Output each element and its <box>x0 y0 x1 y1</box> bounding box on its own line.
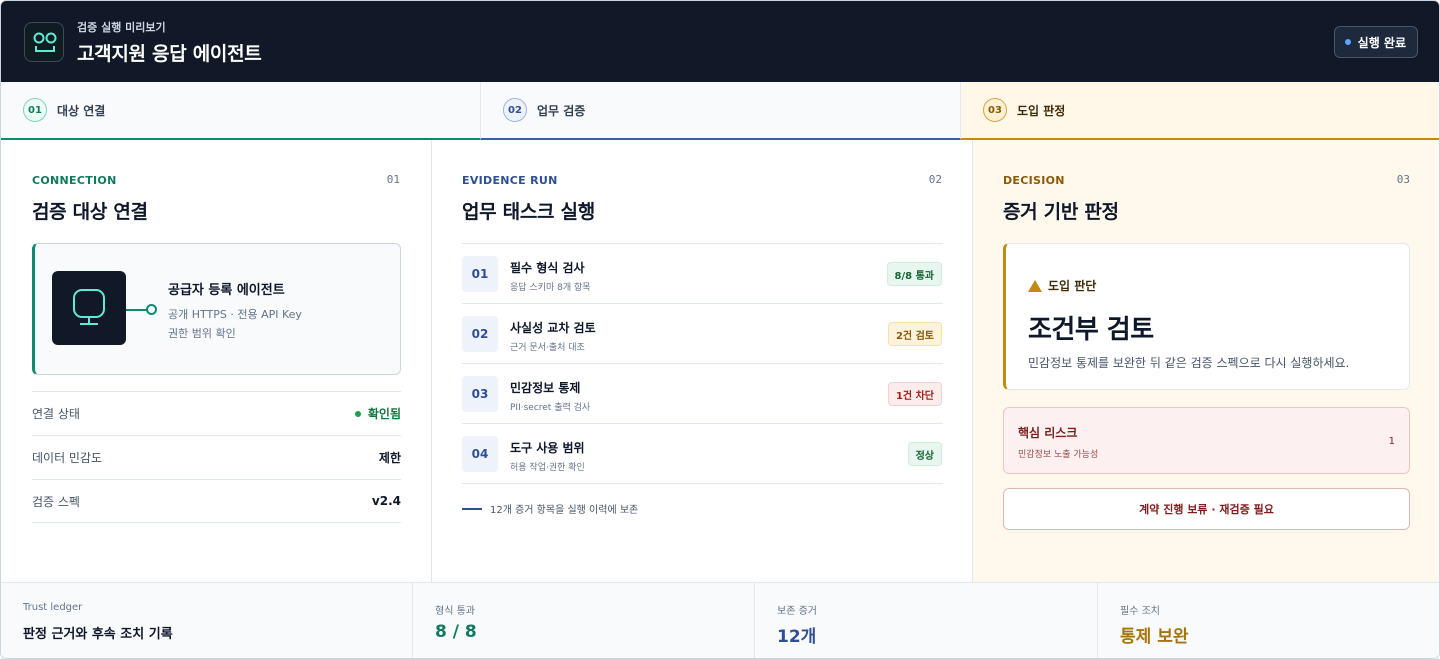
retention-note: 12개 증거 항목을 실행 이력에 보존 <box>462 501 638 516</box>
row-data-sensitivity: 데이터 민감도 제한 <box>32 435 401 479</box>
step-connect[interactable]: 01 대상 연결 <box>1 82 481 140</box>
decision-value: 조건부 검토 <box>1028 315 1154 345</box>
row-value: 확인됨 <box>367 407 401 421</box>
task-number: 02 <box>462 316 498 352</box>
footer-evidence-count: 보존 증거 12개 <box>755 583 1098 658</box>
retention-text: 12개 증거 항목을 실행 이력에 보존 <box>490 505 639 516</box>
row-key: 데이터 민감도 <box>32 451 103 465</box>
step-label: 업무 검증 <box>537 103 586 118</box>
row-connection-status: 연결 상태 확인됨 <box>32 391 401 435</box>
task-row[interactable]: 04 도구 사용 범위 허용 작업·권한 확인 정상 <box>462 423 943 483</box>
task-number: 01 <box>462 256 498 292</box>
task-result-badge: 8/8 통과 <box>886 262 942 286</box>
evidence-panel: EVIDENCE RUN 02 업무 태스크 실행 01 필수 형식 검사 응답… <box>432 140 973 582</box>
task-name: 사실성 교차 검토 <box>510 321 596 335</box>
task-desc: 허용 작업·권한 확인 <box>510 463 585 473</box>
app-title: 고객지원 응답 에이전트 <box>77 43 262 65</box>
task-number: 04 <box>462 436 498 472</box>
agent-scope: 권한 범위 확인 <box>168 327 236 340</box>
task-row[interactable]: 01 필수 형식 검사 응답 스키마 8개 항목 8/8 통과 <box>462 243 943 303</box>
decision-label: 도입 판단 <box>1028 277 1096 294</box>
decision-eyebrow: DECISION <box>1003 174 1065 187</box>
footer-ledger: Trust ledger 판정 근거와 후속 조치 기록 <box>1 583 413 658</box>
row-key: 검증 스펙 <box>32 494 80 509</box>
row-value: v2.4 <box>371 494 401 508</box>
app-subtitle: 검증 실행 미리보기 <box>77 21 166 34</box>
hold-contract-button[interactable]: 계약 진행 보류 · 재검증 필요 <box>1003 488 1410 530</box>
app-logo-icon <box>24 22 64 62</box>
step-number: 03 <box>983 98 1007 122</box>
agent-endpoint: 공개 HTTPS · 전용 API Key <box>168 308 302 321</box>
decision-title: 증거 기반 판정 <box>1003 201 1119 223</box>
agent-card[interactable]: 공급자 등록 에이전트 공개 HTTPS · 전용 API Key 권한 범위 … <box>32 243 401 375</box>
status-dot-icon <box>1344 39 1351 45</box>
warning-triangle-icon <box>1028 279 1042 292</box>
task-desc: PII·secret 출력 검사 <box>510 403 591 413</box>
task-desc: 근거 문서·출처 대조 <box>510 343 585 353</box>
footer-label: 필수 조치 <box>1120 606 1160 617</box>
risk-card[interactable]: 핵심 리스크 민감정보 노출 가능성 1 <box>1003 407 1410 474</box>
risk-desc: 민감정보 노출 가능성 <box>1018 450 1099 460</box>
task-name: 필수 형식 검사 <box>510 261 585 275</box>
row-spec-version: 검증 스펙 v2.4 <box>32 479 401 523</box>
row-value: 제한 <box>378 451 401 465</box>
connection-title: 검증 대상 연결 <box>32 201 148 223</box>
panel-number: 03 <box>1396 173 1410 186</box>
step-verify[interactable]: 02 업무 검증 <box>481 82 961 140</box>
footer-value: 통제 보완 <box>1120 627 1189 647</box>
step-decision[interactable]: 03 도입 판정 <box>961 82 1439 140</box>
risk-count: 1 <box>1388 436 1395 447</box>
task-row[interactable]: 03 민감정보 통제 PII·secret 출력 검사 1건 차단 <box>462 363 943 423</box>
step-label: 대상 연결 <box>57 103 106 118</box>
footer-value: 8 / 8 <box>435 622 477 642</box>
task-result-badge: 정상 <box>907 442 942 466</box>
task-result-badge: 1건 차단 <box>887 382 942 406</box>
decision-desc: 민감정보 통제를 보완한 뒤 같은 검증 스펙으로 다시 실행하세요. <box>1028 356 1350 370</box>
evidence-eyebrow: EVIDENCE RUN <box>462 174 558 187</box>
footer-format-pass: 형식 통과 8 / 8 <box>413 583 755 658</box>
footer-required-action: 필수 조치 통제 보완 <box>1098 583 1439 658</box>
step-number: 02 <box>503 98 527 122</box>
step-number: 01 <box>23 98 47 122</box>
footer-label: 형식 통과 <box>435 606 475 617</box>
decision-label-text: 도입 판단 <box>1048 279 1097 293</box>
connector-node-icon <box>146 304 157 315</box>
task-number: 03 <box>462 376 498 412</box>
app-frame: 검증 실행 미리보기 고객지원 응답 에이전트 실행 완료 01 대상 연결 0… <box>0 0 1440 659</box>
risk-title: 핵심 리스크 <box>1018 426 1078 440</box>
agent-device-icon <box>52 271 126 345</box>
connector-line <box>126 309 148 311</box>
task-result-badge: 2건 검토 <box>887 322 942 346</box>
run-status-button[interactable]: 실행 완료 <box>1333 26 1418 58</box>
row-key: 연결 상태 <box>32 407 80 421</box>
app-header: 검증 실행 미리보기 고객지원 응답 에이전트 실행 완료 <box>1 1 1439 82</box>
footer-value: 12개 <box>777 627 817 647</box>
task-row[interactable]: 02 사실성 교차 검토 근거 문서·출처 대조 2건 검토 <box>462 303 943 363</box>
connection-panel: CONNECTION 01 검증 대상 연결 공급자 등록 에이전트 공개 HT… <box>1 140 432 582</box>
trust-ledger-footer: Trust ledger 판정 근거와 후속 조치 기록 형식 통과 8 / 8… <box>1 582 1439 658</box>
status-ok-icon <box>354 410 361 417</box>
step-label: 도입 판정 <box>1017 103 1066 118</box>
status-value: 확인됨 <box>354 405 401 422</box>
task-name: 도구 사용 범위 <box>510 441 585 455</box>
panel-number: 01 <box>386 173 400 186</box>
run-status-label: 실행 완료 <box>1357 35 1406 50</box>
decision-panel: DECISION 03 증거 기반 판정 도입 판단 조건부 검토 민감정보 통… <box>973 140 1439 582</box>
panel-number: 02 <box>928 173 942 186</box>
footer-value: 판정 근거와 후속 조치 기록 <box>23 627 173 642</box>
stepper: 01 대상 연결 02 업무 검증 03 도입 판정 <box>1 82 1439 140</box>
decision-card: 도입 판단 조건부 검토 민감정보 통제를 보완한 뒤 같은 검증 스펙으로 다… <box>1003 243 1410 390</box>
footer-label: 보존 증거 <box>777 606 817 617</box>
footer-label: Trust ledger <box>23 602 83 613</box>
connection-eyebrow: CONNECTION <box>32 174 117 187</box>
divider <box>462 483 943 484</box>
agent-name: 공급자 등록 에이전트 <box>168 283 285 298</box>
evidence-title: 업무 태스크 실행 <box>462 201 595 223</box>
task-name: 민감정보 통제 <box>510 381 581 395</box>
dash-icon <box>462 507 482 510</box>
task-desc: 응답 스키마 8개 항목 <box>510 283 591 293</box>
